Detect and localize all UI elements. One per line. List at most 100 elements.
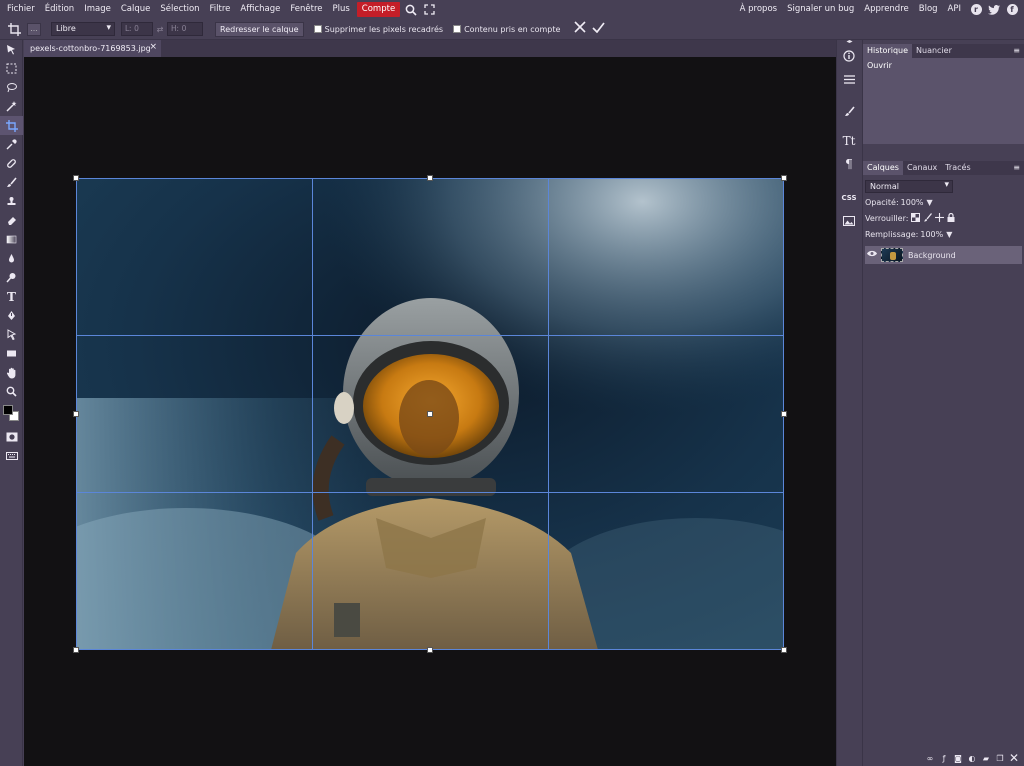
move-tool-icon[interactable]	[0, 40, 23, 59]
history-item[interactable]: Ouvrir	[867, 61, 1020, 70]
menu-calque[interactable]: Calque	[116, 0, 156, 19]
pen-tool-icon[interactable]	[0, 306, 23, 325]
blend-mode-select[interactable]: Normal	[865, 179, 953, 193]
tab-nuancier[interactable]: Nuancier	[912, 44, 956, 58]
marquee-tool-icon[interactable]	[0, 59, 23, 78]
crop-handle-bottom-left[interactable]	[73, 647, 79, 653]
tab-historique[interactable]: Historique	[863, 44, 913, 58]
text-tool-icon[interactable]: T	[0, 287, 23, 306]
crop-handle-left[interactable]	[73, 411, 79, 417]
crop-handle-right[interactable]	[781, 411, 787, 417]
menu-filtre[interactable]: Filtre	[205, 0, 236, 19]
link-apprendre[interactable]: Apprendre	[859, 0, 913, 19]
opacity-value[interactable]: 100%	[901, 198, 924, 207]
search-icon[interactable]	[402, 0, 420, 19]
layer-mask-icon[interactable]: ◙	[951, 754, 965, 763]
confirm-crop-icon[interactable]	[592, 21, 606, 37]
crop-handle-top[interactable]	[427, 175, 433, 181]
visibility-eye-icon[interactable]	[865, 250, 879, 260]
character-icon[interactable]: Tt	[837, 130, 861, 152]
new-folder-icon[interactable]: ▰	[979, 754, 993, 763]
zoom-tool-icon[interactable]	[0, 382, 23, 401]
reddit-icon[interactable]: r	[968, 0, 984, 19]
hand-tool-icon[interactable]	[0, 363, 23, 382]
fill-value[interactable]: 100%	[920, 230, 943, 239]
menu-plus[interactable]: Plus	[327, 0, 354, 19]
info-icon[interactable]	[837, 45, 861, 67]
panel-menu-icon[interactable]: ≡	[1013, 46, 1020, 55]
ratio-select[interactable]: Libre	[51, 22, 115, 36]
menu-image[interactable]: Image	[79, 0, 116, 19]
shape-tool-icon[interactable]	[0, 344, 23, 363]
close-icon[interactable]: ×	[149, 42, 157, 52]
gradient-tool-icon[interactable]	[0, 230, 23, 249]
collapse-icon[interactable]: ◂▸	[837, 39, 862, 45]
straighten-button[interactable]: Redresser le calque	[215, 21, 304, 37]
menu-compte[interactable]: Compte	[356, 2, 401, 17]
link-a-propos[interactable]: À propos	[735, 0, 782, 19]
crop-handle-bottom[interactable]	[427, 647, 433, 653]
adjustment-layer-icon[interactable]: ◐	[965, 754, 979, 763]
width-input[interactable]: Lː 0	[121, 22, 153, 36]
twitter-icon[interactable]	[986, 0, 1002, 19]
menu-fichier[interactable]: Fichier	[2, 0, 40, 19]
stamp-tool-icon[interactable]	[0, 192, 23, 211]
checkbox-box[interactable]	[453, 25, 462, 33]
paragraph-icon[interactable]: ¶	[837, 153, 861, 175]
menu-fenetre[interactable]: Fenêtre	[285, 0, 327, 19]
tab-canaux[interactable]: Canaux	[903, 161, 941, 175]
crop-preset-button[interactable]: …	[27, 22, 41, 36]
crop-handle-top-left[interactable]	[73, 175, 79, 181]
lock-position-icon[interactable]	[935, 212, 945, 224]
menu-edition[interactable]: Édition	[40, 0, 79, 19]
tab-calques[interactable]: Calques	[863, 161, 903, 175]
menu-selection[interactable]: Sélection	[155, 0, 204, 19]
eyedropper-tool-icon[interactable]	[0, 135, 23, 154]
path-select-tool-icon[interactable]	[0, 325, 23, 344]
link-api[interactable]: API	[943, 0, 966, 19]
layer-row[interactable]: Background	[865, 246, 1022, 264]
image-icon[interactable]	[837, 210, 861, 232]
swap-icon[interactable]: ⇄	[153, 25, 167, 34]
brush-tool-icon[interactable]	[0, 173, 23, 192]
content-aware-checkbox[interactable]: Contenu pris en compte	[453, 25, 560, 34]
fill-dropdown-icon[interactable]: ▼	[946, 230, 952, 239]
fullscreen-icon[interactable]	[420, 0, 438, 19]
crop-handle-bottom-right[interactable]	[781, 647, 787, 653]
panel-menu-icon[interactable]: ≡	[1013, 163, 1020, 172]
cancel-crop-icon[interactable]	[574, 21, 587, 37]
lasso-tool-icon[interactable]	[0, 78, 23, 97]
crop-tool-icon[interactable]	[0, 116, 23, 135]
crop-box[interactable]	[73, 175, 787, 653]
delete-cropped-checkbox[interactable]: Supprimer les pixels recadrés	[313, 25, 443, 34]
link-layers-icon[interactable]: ∞	[923, 754, 937, 763]
opacity-dropdown-icon[interactable]: ▼	[927, 198, 933, 207]
link-signaler-bug[interactable]: Signaler un bug	[782, 0, 859, 19]
properties-icon[interactable]	[837, 68, 861, 90]
checkbox-box[interactable]	[313, 25, 322, 33]
tab-traces[interactable]: Tracés	[941, 161, 974, 175]
menu-affichage[interactable]: Affichage	[235, 0, 285, 19]
crop-handle-center[interactable]	[427, 411, 433, 417]
link-blog[interactable]: Blog	[914, 0, 943, 19]
facebook-icon[interactable]: f	[1004, 0, 1020, 19]
dodge-tool-icon[interactable]	[0, 268, 23, 287]
color-swatches[interactable]	[0, 401, 23, 427]
blur-tool-icon[interactable]	[0, 249, 23, 268]
magic-wand-tool-icon[interactable]	[0, 97, 23, 116]
new-layer-icon[interactable]: ❐	[993, 754, 1007, 763]
css-icon[interactable]: CSS	[837, 187, 861, 209]
layer-style-icon[interactable]: ƒ	[937, 754, 951, 763]
height-input[interactable]: Hː 0	[167, 22, 203, 36]
healing-tool-icon[interactable]	[0, 154, 23, 173]
lock-all-icon[interactable]	[947, 212, 955, 224]
quick-mask-icon[interactable]	[0, 427, 23, 446]
brush-settings-icon[interactable]	[837, 100, 861, 122]
keyboard-icon[interactable]	[0, 446, 23, 465]
delete-layer-icon[interactable]: ✕	[1007, 751, 1021, 765]
document-tab[interactable]: pexels-cottonbro-7169853.jpg ×	[24, 40, 161, 57]
lock-pixels-icon[interactable]	[923, 212, 933, 224]
lock-transparency-icon[interactable]	[911, 212, 921, 224]
eraser-tool-icon[interactable]	[0, 211, 23, 230]
crop-handle-top-right[interactable]	[781, 175, 787, 181]
